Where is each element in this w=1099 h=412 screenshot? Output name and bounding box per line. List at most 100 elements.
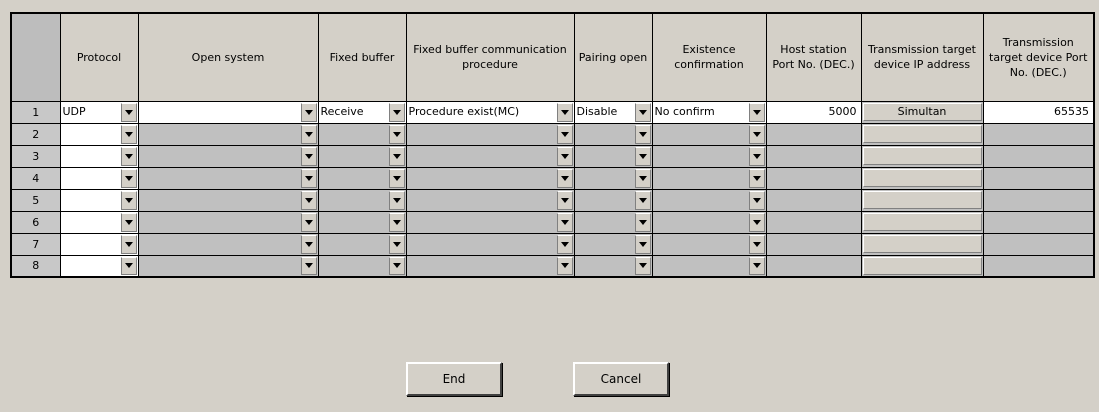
chevron-down-icon[interactable] bbox=[300, 190, 317, 210]
chevron-down-icon[interactable] bbox=[388, 146, 405, 166]
fixed-buffer-select[interactable] bbox=[318, 233, 406, 255]
chevron-down-icon[interactable] bbox=[748, 146, 765, 166]
chevron-down-icon[interactable] bbox=[300, 124, 317, 144]
chevron-down-icon[interactable] bbox=[556, 102, 573, 122]
chevron-down-icon[interactable] bbox=[120, 256, 137, 275]
chevron-down-icon[interactable] bbox=[120, 146, 137, 166]
chevron-down-icon[interactable] bbox=[388, 102, 405, 122]
target-ip-button[interactable] bbox=[862, 147, 982, 165]
target-port-input[interactable] bbox=[982, 166, 1095, 190]
fixed-buffer-select[interactable] bbox=[318, 167, 406, 189]
chevron-down-icon[interactable] bbox=[388, 234, 405, 254]
target-port-input[interactable] bbox=[982, 144, 1095, 168]
target-ip-button[interactable] bbox=[862, 213, 982, 231]
chevron-down-icon[interactable] bbox=[300, 234, 317, 254]
chevron-down-icon[interactable] bbox=[556, 168, 573, 188]
chevron-down-icon[interactable] bbox=[634, 124, 651, 144]
existence-confirmation-select[interactable] bbox=[652, 167, 766, 189]
host-port-input[interactable] bbox=[765, 254, 862, 278]
chevron-down-icon[interactable] bbox=[556, 256, 573, 275]
target-port-input[interactable] bbox=[982, 122, 1095, 146]
chevron-down-icon[interactable] bbox=[748, 212, 765, 232]
procedure-select[interactable] bbox=[406, 255, 574, 276]
target-port-input[interactable] bbox=[982, 232, 1095, 256]
chevron-down-icon[interactable] bbox=[634, 190, 651, 210]
open-system-select[interactable] bbox=[138, 189, 318, 211]
protocol-select[interactable]: UDP bbox=[60, 101, 138, 123]
chevron-down-icon[interactable] bbox=[120, 102, 137, 122]
protocol-select[interactable] bbox=[60, 211, 138, 233]
chevron-down-icon[interactable] bbox=[300, 102, 317, 122]
chevron-down-icon[interactable] bbox=[300, 212, 317, 232]
open-system-select[interactable] bbox=[138, 211, 318, 233]
host-port-input[interactable] bbox=[765, 232, 862, 256]
fixed-buffer-select[interactable]: Receive bbox=[318, 101, 406, 123]
fixed-buffer-select[interactable] bbox=[318, 189, 406, 211]
protocol-select[interactable] bbox=[60, 167, 138, 189]
chevron-down-icon[interactable] bbox=[388, 212, 405, 232]
host-port-input[interactable] bbox=[765, 144, 862, 168]
pairing-open-select[interactable] bbox=[574, 145, 652, 167]
chevron-down-icon[interactable] bbox=[634, 234, 651, 254]
pairing-open-select[interactable] bbox=[574, 211, 652, 233]
chevron-down-icon[interactable] bbox=[556, 146, 573, 166]
target-ip-button[interactable] bbox=[862, 235, 982, 253]
chevron-down-icon[interactable] bbox=[120, 190, 137, 210]
existence-confirmation-select[interactable] bbox=[652, 145, 766, 167]
procedure-select[interactable] bbox=[406, 123, 574, 145]
existence-confirmation-select[interactable] bbox=[652, 233, 766, 255]
target-port-input[interactable] bbox=[982, 210, 1095, 234]
target-port-input[interactable]: 65535 bbox=[982, 100, 1095, 124]
chevron-down-icon[interactable] bbox=[634, 168, 651, 188]
protocol-select[interactable] bbox=[60, 189, 138, 211]
procedure-select[interactable] bbox=[406, 211, 574, 233]
pairing-open-select[interactable] bbox=[574, 167, 652, 189]
existence-confirmation-select[interactable] bbox=[652, 255, 766, 276]
pairing-open-select[interactable] bbox=[574, 233, 652, 255]
existence-confirmation-select[interactable]: No confirm bbox=[652, 101, 766, 123]
pairing-open-select[interactable]: Disable bbox=[574, 101, 652, 123]
procedure-select[interactable] bbox=[406, 167, 574, 189]
chevron-down-icon[interactable] bbox=[748, 234, 765, 254]
chevron-down-icon[interactable] bbox=[556, 212, 573, 232]
open-system-select[interactable] bbox=[138, 123, 318, 145]
open-system-select[interactable] bbox=[138, 145, 318, 167]
chevron-down-icon[interactable] bbox=[748, 190, 765, 210]
chevron-down-icon[interactable] bbox=[748, 256, 765, 275]
existence-confirmation-select[interactable] bbox=[652, 189, 766, 211]
chevron-down-icon[interactable] bbox=[748, 168, 765, 188]
protocol-select[interactable] bbox=[60, 145, 138, 167]
open-system-select[interactable] bbox=[138, 101, 318, 123]
protocol-select[interactable] bbox=[60, 123, 138, 145]
chevron-down-icon[interactable] bbox=[120, 234, 137, 254]
target-ip-button[interactable] bbox=[862, 125, 982, 143]
chevron-down-icon[interactable] bbox=[634, 212, 651, 232]
chevron-down-icon[interactable] bbox=[634, 256, 651, 275]
protocol-select[interactable] bbox=[60, 255, 138, 276]
chevron-down-icon[interactable] bbox=[388, 190, 405, 210]
host-port-input[interactable] bbox=[765, 188, 862, 212]
open-system-select[interactable] bbox=[138, 167, 318, 189]
chevron-down-icon[interactable] bbox=[634, 102, 651, 122]
chevron-down-icon[interactable] bbox=[388, 168, 405, 188]
fixed-buffer-select[interactable] bbox=[318, 145, 406, 167]
existence-confirmation-select[interactable] bbox=[652, 211, 766, 233]
procedure-select[interactable] bbox=[406, 233, 574, 255]
target-ip-button[interactable]: Simultan bbox=[862, 103, 982, 121]
chevron-down-icon[interactable] bbox=[120, 168, 137, 188]
pairing-open-select[interactable] bbox=[574, 123, 652, 145]
chevron-down-icon[interactable] bbox=[634, 146, 651, 166]
host-port-input[interactable] bbox=[765, 166, 862, 190]
open-system-select[interactable] bbox=[138, 233, 318, 255]
end-button[interactable]: End bbox=[406, 362, 502, 396]
chevron-down-icon[interactable] bbox=[300, 146, 317, 166]
protocol-select[interactable] bbox=[60, 233, 138, 255]
fixed-buffer-select[interactable] bbox=[318, 211, 406, 233]
target-ip-button[interactable] bbox=[862, 191, 982, 209]
chevron-down-icon[interactable] bbox=[556, 234, 573, 254]
chevron-down-icon[interactable] bbox=[300, 168, 317, 188]
host-port-input[interactable] bbox=[765, 210, 862, 234]
open-system-select[interactable] bbox=[138, 255, 318, 276]
chevron-down-icon[interactable] bbox=[748, 124, 765, 144]
target-ip-button[interactable] bbox=[862, 169, 982, 187]
